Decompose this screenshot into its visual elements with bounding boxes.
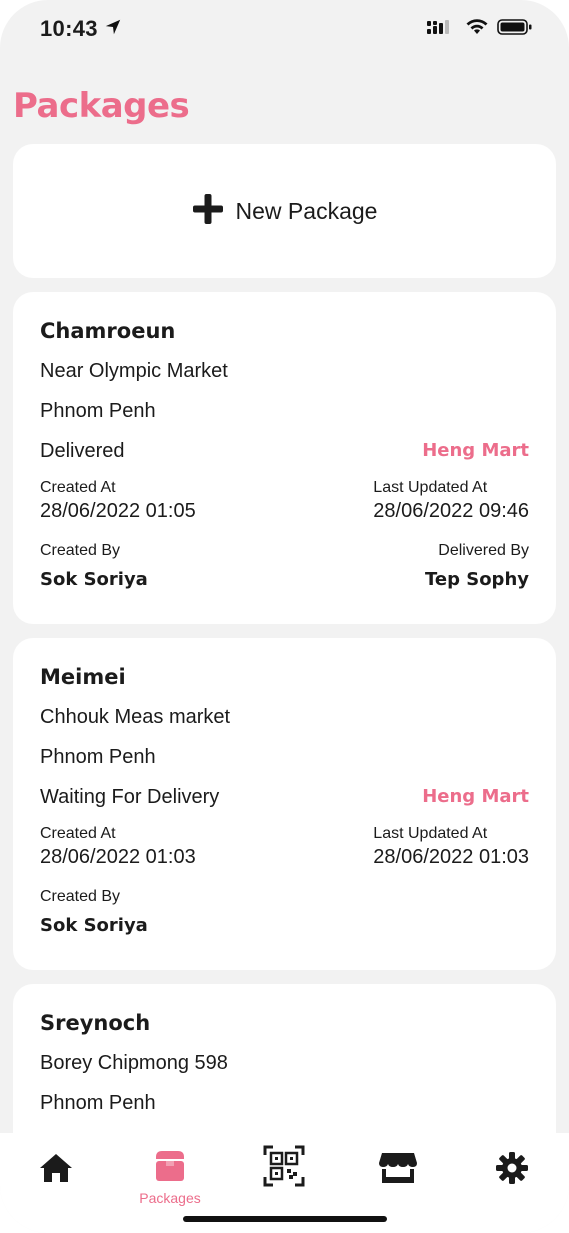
tab-packages-label: Packages	[139, 1190, 201, 1206]
page-title: Packages	[13, 86, 190, 126]
tab-bar: Packages	[0, 1133, 569, 1233]
plus-icon	[192, 193, 224, 230]
updated-at-value: 28/06/2022 09:46	[373, 500, 529, 522]
updated-at-value: 28/06/2022 01:03	[373, 846, 529, 868]
delivered-by-block: Delivered By Tep Sophy	[425, 541, 529, 593]
created-at-value: 28/06/2022 01:03	[40, 846, 196, 868]
package-status-row: Delivered Heng Mart	[40, 438, 529, 478]
created-by-block: Created By Sok Soriya	[40, 887, 148, 939]
package-address: Chhouk Meas market	[40, 706, 231, 728]
package-shop: Heng Mart	[422, 786, 529, 807]
tab-scan[interactable]	[244, 1145, 324, 1201]
created-by-label: Created By	[40, 888, 121, 905]
created-by-label: Created By	[40, 542, 121, 559]
store-icon	[378, 1151, 418, 1190]
updated-at-block: Last Updated At 28/06/2022 09:46	[373, 478, 529, 523]
tab-home[interactable]	[16, 1151, 96, 1207]
delivered-by-value: Tep Sophy	[424, 569, 529, 590]
package-status: Delivered	[40, 440, 125, 462]
tab-packages[interactable]: Packages	[130, 1149, 210, 1206]
package-address: Borey Chipmong 598	[40, 1052, 228, 1074]
qr-code-icon	[263, 1145, 305, 1192]
created-at-label: Created At	[40, 825, 116, 842]
package-card[interactable]: Chamroeun Near Olympic Market Phnom Penh…	[13, 292, 556, 624]
updated-at-label: Last Updated At	[373, 479, 488, 496]
created-at-block: Created At 28/06/2022 01:03	[40, 824, 196, 869]
package-status-row: Waiting For Delivery Heng Mart	[40, 784, 529, 824]
package-people-row: Created By Sok Soriya	[40, 887, 529, 939]
package-dates-row: Created At 28/06/2022 01:03 Last Updated…	[40, 824, 529, 869]
created-by-value: Sok Soriya	[40, 915, 148, 936]
created-at-value: 28/06/2022 01:05	[40, 500, 196, 522]
package-recipient-name: Sreynoch	[40, 1011, 151, 1035]
wifi-icon	[465, 18, 489, 41]
package-dates-row: Created At 28/06/2022 01:05 Last Updated…	[40, 478, 529, 523]
package-recipient-name: Meimei	[40, 665, 126, 689]
location-arrow-icon	[104, 16, 122, 42]
tab-store[interactable]	[358, 1151, 438, 1207]
created-at-block: Created At 28/06/2022 01:05	[40, 478, 196, 523]
new-package-button[interactable]: New Package	[13, 144, 556, 278]
created-by-value: Sok Soriya	[40, 569, 148, 590]
package-shop: Heng Mart	[422, 440, 529, 461]
created-at-label: Created At	[40, 479, 116, 496]
package-city: Phnom Penh	[40, 746, 156, 768]
updated-at-label: Last Updated At	[373, 825, 488, 842]
updated-at-block: Last Updated At 28/06/2022 01:03	[373, 824, 529, 869]
status-bar: 10:43	[0, 0, 569, 60]
package-list[interactable]: New Package Chamroeun Near Olympic Marke…	[13, 144, 556, 1133]
home-icon	[38, 1151, 74, 1190]
package-recipient-name: Chamroeun	[40, 319, 176, 343]
package-people-row: Created By Sok Soriya Delivered By Tep S…	[40, 541, 529, 593]
status-time-text: 10:43	[40, 16, 98, 41]
status-icons	[427, 18, 533, 41]
tab-settings[interactable]	[472, 1151, 552, 1207]
package-city: Phnom Penh	[40, 400, 156, 422]
status-time: 10:43	[40, 16, 122, 42]
home-indicator[interactable]	[183, 1216, 387, 1222]
battery-icon	[497, 18, 533, 41]
package-card[interactable]: Meimei Chhouk Meas market Phnom Penh Wai…	[13, 638, 556, 970]
package-icon	[152, 1149, 188, 1188]
gear-icon	[495, 1151, 529, 1190]
delivered-by-label: Delivered By	[438, 542, 529, 559]
cellular-signal-icon	[427, 18, 457, 41]
created-by-block: Created By Sok Soriya	[40, 541, 148, 593]
app-screen: 10:43 Packages New Package Chamroeun Nea…	[0, 0, 569, 1233]
package-city: Phnom Penh	[40, 1092, 156, 1114]
package-card[interactable]: Sreynoch Borey Chipmong 598 Phnom Penh	[13, 984, 556, 1133]
package-address: Near Olympic Market	[40, 360, 228, 382]
package-status: Waiting For Delivery	[40, 786, 220, 808]
new-package-label: New Package	[235, 197, 378, 224]
